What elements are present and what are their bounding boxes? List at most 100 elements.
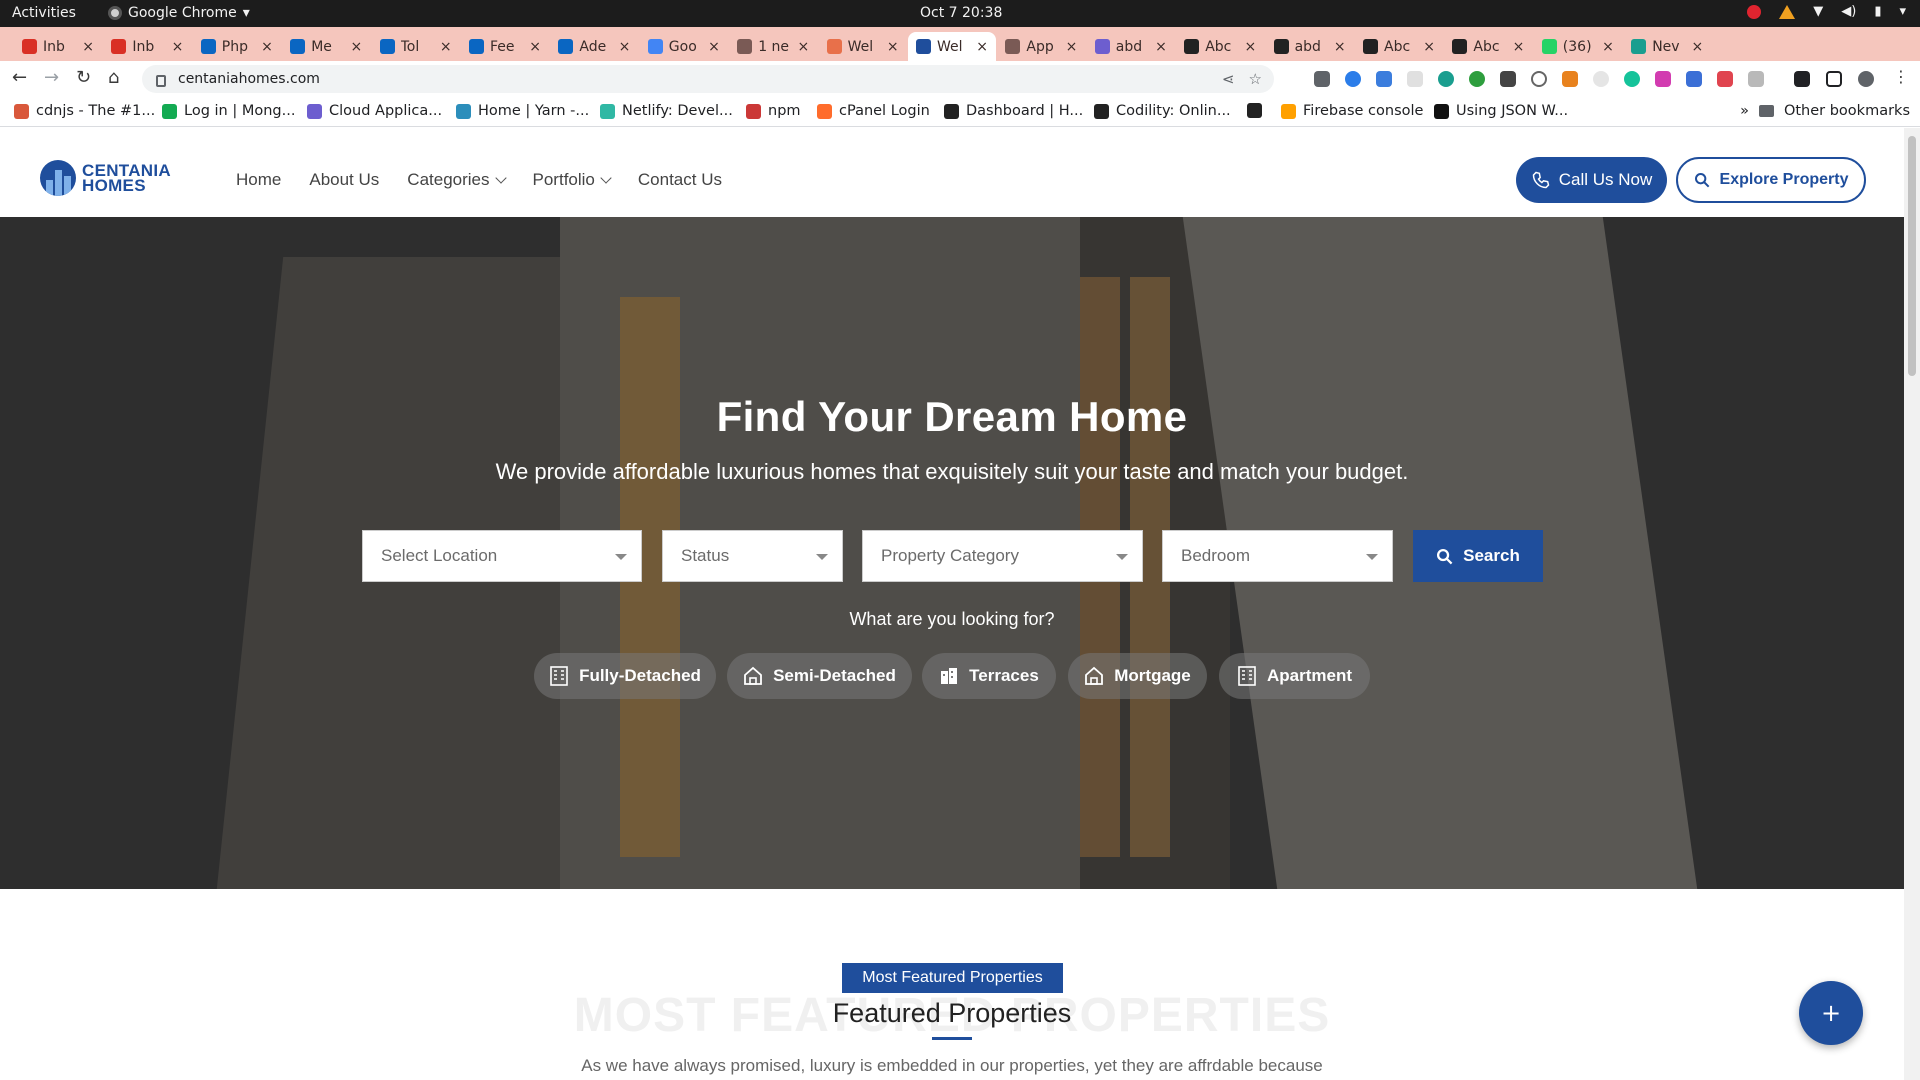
browser-tab[interactable]: (36) ×: [1534, 32, 1622, 61]
clock[interactable]: Oct 7 20:38: [920, 5, 1002, 21]
browser-tab[interactable]: App ×: [997, 32, 1085, 61]
close-tab-icon[interactable]: ×: [261, 39, 273, 55]
close-tab-icon[interactable]: ×: [1334, 39, 1346, 55]
metamask-extension-icon[interactable]: [1562, 71, 1578, 87]
close-tab-icon[interactable]: ×: [1155, 39, 1167, 55]
extension-icon[interactable]: [1407, 71, 1423, 87]
browser-tab[interactable]: Nev ×: [1623, 32, 1711, 61]
activities-button[interactable]: Activities: [12, 5, 76, 21]
browser-tab[interactable]: Inb ×: [14, 32, 102, 61]
close-tab-icon[interactable]: ×: [976, 39, 988, 55]
app-menu[interactable]: Google Chrome ▾: [108, 5, 250, 21]
close-tab-icon[interactable]: ×: [350, 39, 362, 55]
browser-tab[interactable]: Ade ×: [550, 32, 638, 61]
browser-tab[interactable]: Me ×: [282, 32, 370, 61]
close-tab-icon[interactable]: ×: [1423, 39, 1435, 55]
close-tab-icon[interactable]: ×: [797, 39, 809, 55]
nav-portfolio[interactable]: Portfolio: [533, 170, 612, 190]
close-tab-icon[interactable]: ×: [1513, 39, 1525, 55]
extension-icon[interactable]: [1438, 71, 1454, 87]
bookmark-item[interactable]: [1247, 103, 1269, 118]
extension-icon[interactable]: [1500, 71, 1516, 87]
bedroom-select[interactable]: Bedroom: [1162, 530, 1393, 582]
shield-extension-icon[interactable]: [1686, 71, 1702, 87]
bookmark-item[interactable]: Dashboard | H...: [944, 103, 1083, 119]
browser-tab[interactable]: Wel ×: [819, 32, 907, 61]
bookmark-item[interactable]: Cloud Applica...: [307, 103, 442, 119]
status-select[interactable]: Status: [662, 530, 843, 582]
close-tab-icon[interactable]: ×: [1602, 39, 1614, 55]
browser-tab[interactable]: Abc ×: [1176, 32, 1264, 61]
call-us-button[interactable]: Call Us Now: [1516, 157, 1667, 203]
browser-tab[interactable]: Fee ×: [461, 32, 549, 61]
chip-fully-detached[interactable]: Fully-Detached: [534, 653, 716, 699]
close-tab-icon[interactable]: ×: [1691, 39, 1703, 55]
close-tab-icon[interactable]: ×: [887, 39, 899, 55]
bookmark-star-icon[interactable]: ☆: [1249, 70, 1262, 88]
extension-icon[interactable]: [1655, 71, 1671, 87]
bookmark-item[interactable]: Log in | Mong...: [162, 103, 295, 119]
bookmark-item[interactable]: Using JSON W...: [1434, 103, 1568, 119]
browser-tab[interactable]: 1 ne ×: [729, 32, 817, 61]
chip-mortgage[interactable]: Mortgage: [1068, 653, 1207, 699]
extension-icon[interactable]: [1717, 71, 1733, 87]
extension-icon[interactable]: [1593, 71, 1609, 87]
browser-tab[interactable]: Inb ×: [103, 32, 191, 61]
chip-apartment[interactable]: Apartment: [1219, 653, 1370, 699]
browser-tab[interactable]: Php ×: [193, 32, 281, 61]
back-icon[interactable]: ←: [12, 67, 27, 88]
category-select[interactable]: Property Category: [862, 530, 1143, 582]
close-tab-icon[interactable]: ×: [82, 39, 94, 55]
share-icon[interactable]: ⋖: [1222, 70, 1235, 88]
bookmark-item[interactable]: cPanel Login: [817, 103, 930, 119]
extension-icon[interactable]: [1531, 71, 1547, 87]
kebab-menu-icon[interactable]: ⋮: [1893, 67, 1909, 86]
bookmark-item[interactable]: Firebase console: [1281, 103, 1423, 119]
nav-contact[interactable]: Contact Us: [638, 170, 722, 190]
evernote-extension-icon[interactable]: [1469, 71, 1485, 87]
explore-property-button[interactable]: Explore Property: [1676, 157, 1866, 203]
browser-tab[interactable]: Abc ×: [1444, 32, 1532, 61]
close-tab-icon[interactable]: ×: [172, 39, 184, 55]
location-select[interactable]: Select Location: [362, 530, 642, 582]
browser-tab[interactable]: abd ×: [1087, 32, 1175, 61]
bookmark-item[interactable]: Home | Yarn -...: [456, 103, 589, 119]
profile-avatar[interactable]: [1858, 71, 1874, 87]
browser-tab[interactable]: Abc ×: [1355, 32, 1443, 61]
nav-about[interactable]: About Us: [309, 170, 379, 190]
puzzle-extensions-icon[interactable]: [1794, 71, 1810, 87]
bookmark-item[interactable]: npm: [746, 103, 801, 119]
scrollbar-thumb[interactable]: [1908, 136, 1916, 376]
close-tab-icon[interactable]: ×: [1066, 39, 1078, 55]
grammarly-extension-icon[interactable]: [1624, 71, 1640, 87]
browser-tab[interactable]: Wel ×: [908, 32, 996, 61]
home-icon[interactable]: ⌂: [108, 67, 119, 88]
chip-semi-detached[interactable]: Semi-Detached: [727, 653, 912, 699]
close-tab-icon[interactable]: ×: [440, 39, 452, 55]
more-bookmarks-icon[interactable]: »: [1740, 103, 1749, 119]
bookmark-item[interactable]: Netlify: Devel...: [600, 103, 733, 119]
bookmark-item[interactable]: cdnjs - The #1...: [14, 103, 155, 119]
extension-icon[interactable]: [1345, 71, 1361, 87]
reload-icon[interactable]: ↻: [76, 67, 91, 88]
side-panel-icon[interactable]: [1826, 71, 1842, 87]
system-tray[interactable]: ▼ ◀) ▮ ▾: [1747, 4, 1906, 19]
bookmark-item[interactable]: Codility: Onlin...: [1094, 103, 1231, 119]
close-tab-icon[interactable]: ×: [619, 39, 631, 55]
close-tab-icon[interactable]: ×: [1244, 39, 1256, 55]
extension-icon[interactable]: [1376, 71, 1392, 87]
browser-tab[interactable]: Tol ×: [372, 32, 460, 61]
extension-icon[interactable]: [1748, 71, 1764, 87]
close-tab-icon[interactable]: ×: [708, 39, 720, 55]
close-tab-icon[interactable]: ×: [529, 39, 541, 55]
search-button[interactable]: Search: [1413, 530, 1543, 582]
eyedropper-extension-icon[interactable]: [1314, 71, 1330, 87]
forward-icon[interactable]: →: [44, 67, 59, 88]
page-scrollbar[interactable]: [1904, 128, 1920, 1080]
nav-categories[interactable]: Categories: [407, 170, 507, 190]
address-bar[interactable]: centaniahomes.com ⋖ ☆: [142, 65, 1274, 93]
floating-action-button[interactable]: +: [1799, 981, 1863, 1045]
browser-tab[interactable]: Goo ×: [640, 32, 728, 61]
chip-terraces[interactable]: Terraces: [922, 653, 1056, 699]
browser-tab[interactable]: abd ×: [1266, 32, 1354, 61]
